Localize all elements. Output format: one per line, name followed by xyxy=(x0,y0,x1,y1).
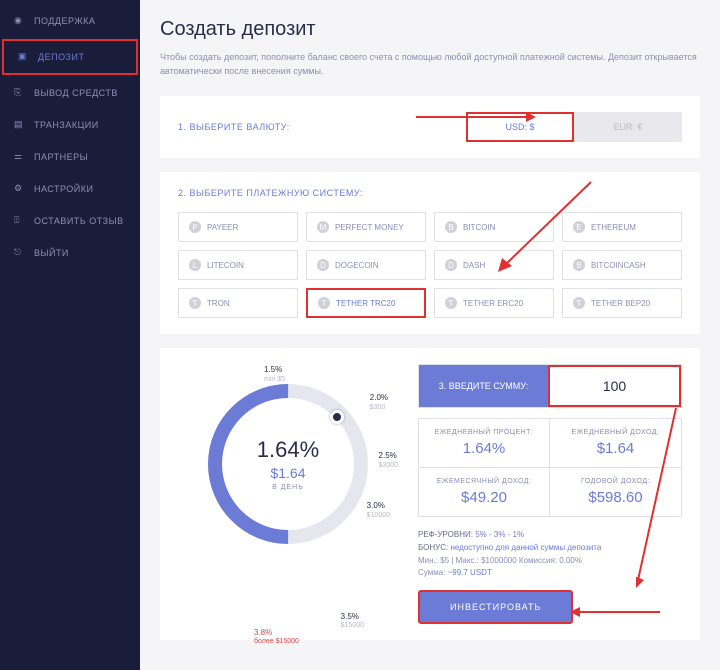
sidebar-item-support[interactable]: ◉ПОДДЕРЖКА xyxy=(0,5,140,37)
gauge-percent: 1.64% xyxy=(257,437,319,463)
payment-panel: 2. ВЫБЕРИТЕ ПЛАТЕЖНУЮ СИСТЕМУ: PPAYEER M… xyxy=(160,172,700,334)
currency-eur-button[interactable]: EUR: € xyxy=(574,112,682,142)
tick-6: 3.8%более $15000 xyxy=(254,629,299,647)
calculator-panel: 1.64% $1.64 В ДЕНЬ 1.5%min $5 2.0%$300 2… xyxy=(160,348,700,640)
usdt-icon: T xyxy=(573,297,585,309)
sidebar-item-settings[interactable]: ⚙НАСТРОЙКИ xyxy=(0,173,140,205)
step2-label: 2. ВЫБЕРИТЕ ПЛАТЕЖНУЮ СИСТЕМУ: xyxy=(178,188,682,198)
invest-button[interactable]: ИНВЕСТИРОВАТЬ xyxy=(418,590,573,624)
main-content: Создать депозит Чтобы создать депозит, п… xyxy=(140,0,720,670)
doge-icon: D xyxy=(317,259,329,271)
thumb-icon: ⍐ xyxy=(14,215,26,227)
trx-icon: T xyxy=(189,297,201,309)
sidebar-item-review[interactable]: ⍐ОСТАВИТЬ ОТЗЫВ xyxy=(0,205,140,237)
pay-bitcoincash[interactable]: BBITCOINCASH xyxy=(562,250,682,280)
annotation-arrow-icon xyxy=(636,408,686,591)
transactions-icon: ▤ xyxy=(14,119,26,131)
monthly-value: $49.20 xyxy=(429,489,539,506)
step3-label: 3. ВВЕДИТЕ СУММУ: xyxy=(419,365,548,407)
pay-perfectmoney[interactable]: MPERFECT MONEY xyxy=(306,212,426,242)
headset-icon: ◉ xyxy=(14,15,26,27)
tick-2: 2.0%$300 xyxy=(370,394,388,412)
sidebar: ◉ПОДДЕРЖКА ▣ДЕПОЗИТ ⎘ВЫВОД СРЕДСТВ ▤ТРАН… xyxy=(0,0,140,670)
gauge-per-day: В ДЕНЬ xyxy=(272,484,304,491)
page-title: Создать депозит xyxy=(160,18,700,41)
usdt-icon: T xyxy=(445,297,457,309)
ltc-icon: L xyxy=(189,259,201,271)
usdt-icon: T xyxy=(318,297,330,309)
currency-panel: 1. ВЫБЕРИТЕ ВАЛЮТУ: USD: $ EUR: € xyxy=(160,96,700,158)
pay-payeer[interactable]: PPAYEER xyxy=(178,212,298,242)
sidebar-item-partners[interactable]: ⚌ПАРТНЕРЫ xyxy=(0,141,140,173)
withdraw-icon: ⎘ xyxy=(14,87,26,99)
monthly-label: ЕЖЕМЕСЯЧНЫЙ ДОХОД: xyxy=(429,478,539,485)
amount-input[interactable]: 100 xyxy=(548,365,681,407)
logout-icon: ⎋ xyxy=(14,247,26,259)
pay-dogecoin[interactable]: DDOGECOIN xyxy=(306,250,426,280)
payment-grid: PPAYEER MPERFECT MONEY BBITCOIN EETHEREU… xyxy=(178,212,682,318)
tick-4: 3.0%$10000 xyxy=(367,502,390,520)
pay-tether-erc20[interactable]: TTETHER ERC20 xyxy=(434,288,554,318)
tick-3: 2.5%$3000 xyxy=(379,452,398,470)
gear-icon: ⚙ xyxy=(14,183,26,195)
gauge: 1.64% $1.64 В ДЕНЬ 1.5%min $5 2.0%$300 2… xyxy=(178,364,398,624)
pay-litecoin[interactable]: LLITECOIN xyxy=(178,250,298,280)
bch-icon: B xyxy=(573,259,585,271)
pay-tether-trc20[interactable]: TTETHER TRC20 xyxy=(306,288,426,318)
pay-bitcoin[interactable]: BBITCOIN xyxy=(434,212,554,242)
currency-usd-button[interactable]: USD: $ xyxy=(466,112,574,142)
sidebar-item-logout[interactable]: ⎋ВЫЙТИ xyxy=(0,237,140,269)
tick-5: 3.5%$15000 xyxy=(341,613,364,631)
daily-pct-value: 1.64% xyxy=(429,440,539,457)
tick-1: 1.5%min $5 xyxy=(264,366,285,384)
pay-tether-bep20[interactable]: TTETHER BEP20 xyxy=(562,288,682,318)
amount-row: 3. ВВЕДИТЕ СУММУ: 100 xyxy=(418,364,682,408)
page-subtitle: Чтобы создать депозит, пополните баланс … xyxy=(160,51,700,78)
pay-ethereum[interactable]: EETHEREUM xyxy=(562,212,682,242)
sidebar-item-deposit[interactable]: ▣ДЕПОЗИТ xyxy=(2,39,138,75)
pm-icon: M xyxy=(317,221,329,233)
deposit-icon: ▣ xyxy=(18,51,30,63)
sidebar-item-transactions[interactable]: ▤ТРАНЗАКЦИИ xyxy=(0,109,140,141)
pay-tron[interactable]: TTRON xyxy=(178,288,298,318)
sidebar-item-withdraw[interactable]: ⎘ВЫВОД СРЕДСТВ xyxy=(0,77,140,109)
payeer-icon: P xyxy=(189,221,201,233)
partners-icon: ⚌ xyxy=(14,151,26,163)
annotation-arrow-icon xyxy=(570,605,660,622)
dash-icon: D xyxy=(445,259,457,271)
pay-dash[interactable]: DDASH xyxy=(434,250,554,280)
gauge-ring[interactable]: 1.64% $1.64 В ДЕНЬ xyxy=(208,384,368,544)
daily-pct-label: ЕЖЕДНЕВНЫЙ ПРОЦЕНТ: xyxy=(429,429,539,436)
gauge-amount: $1.64 xyxy=(270,465,305,481)
step1-label: 1. ВЫБЕРИТЕ ВАЛЮТУ: xyxy=(178,122,290,132)
calc-right: 3. ВВЕДИТЕ СУММУ: 100 ЕЖЕДНЕВНЫЙ ПРОЦЕНТ… xyxy=(418,364,682,624)
eth-icon: E xyxy=(573,221,585,233)
btc-icon: B xyxy=(445,221,457,233)
